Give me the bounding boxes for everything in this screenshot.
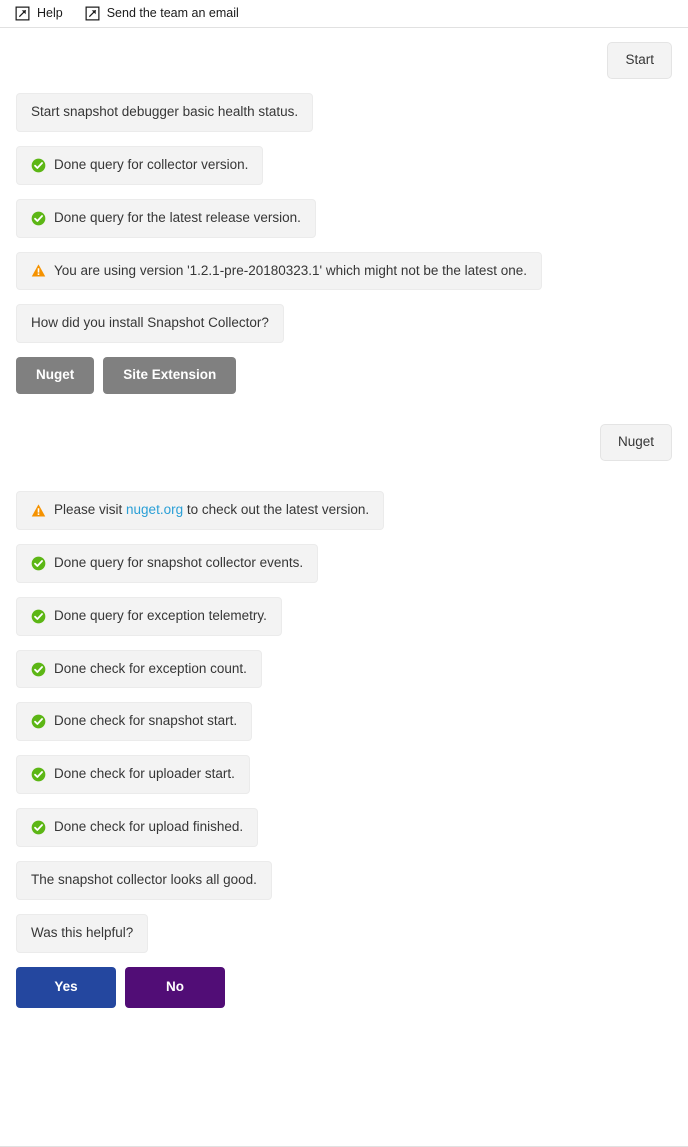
message-row: Done check for exception count. <box>16 649 672 689</box>
message-text: Done query for collector version. <box>54 156 249 172</box>
success-check-icon <box>31 714 46 729</box>
message-text: Nuget <box>617 434 654 450</box>
warning-triangle-icon <box>31 503 46 518</box>
message-row: Done query for the latest release versio… <box>16 198 672 238</box>
bot-message-nuget-org: Please visit nuget.org to check out the … <box>16 490 385 530</box>
message-text: Start <box>625 52 654 67</box>
warning-triangle-icon <box>31 263 46 278</box>
success-check-icon <box>31 211 46 226</box>
success-check-icon <box>31 609 46 624</box>
message-text: Was this helpful? <box>31 924 134 940</box>
chat-conversation: Start Start snapshot debugger basic heal… <box>0 28 688 1022</box>
bot-message-was-this-helpful: Was this helpful? <box>16 913 149 953</box>
nuget-org-link[interactable]: nuget.org <box>126 502 183 517</box>
message-row: Start snapshot debugger basic health sta… <box>16 92 672 132</box>
message-text: How did you install Snapshot Collector? <box>31 315 269 331</box>
bot-message-collector-events: Done query for snapshot collector events… <box>16 543 319 583</box>
success-check-icon <box>31 662 46 677</box>
nuget-choice-button[interactable]: Nuget <box>16 357 95 395</box>
message-text: The snapshot collector looks all good. <box>31 872 257 888</box>
bot-message-snapshot-start: Done check for snapshot start. <box>16 702 253 742</box>
message-row: Done query for exception telemetry. <box>16 596 672 636</box>
feedback-yes-button[interactable]: Yes <box>16 966 116 1008</box>
user-message-start: Start <box>607 42 672 79</box>
help-link[interactable]: Help <box>15 6 63 21</box>
success-check-icon <box>31 820 46 835</box>
message-text: Done query for exception telemetry. <box>54 607 267 623</box>
message-text-suffix: to check out the latest version. <box>183 501 370 517</box>
bot-message-install-question: How did you install Snapshot Collector? <box>16 304 284 344</box>
feedback-no-button[interactable]: No <box>125 966 225 1008</box>
message-row: Done query for collector version. <box>16 145 672 185</box>
top-toolbar: Help Send the team an email <box>0 0 688 28</box>
message-text: Done check for snapshot start. <box>54 713 238 729</box>
message-text: Done check for uploader start. <box>54 766 235 782</box>
message-row: The snapshot collector looks all good. <box>16 861 672 900</box>
message-row: Done check for uploader start. <box>16 755 672 795</box>
message-row: Done query for snapshot collector events… <box>16 543 672 583</box>
bot-message-exception-telemetry: Done query for exception telemetry. <box>16 596 282 636</box>
external-link-icon <box>15 6 30 21</box>
message-text: Done check for exception count. <box>54 660 247 676</box>
feedback-choice-group: Yes No <box>16 966 225 1008</box>
bot-message-all-good: The snapshot collector looks all good. <box>16 861 272 900</box>
success-check-icon <box>31 767 46 782</box>
success-check-icon <box>31 158 46 173</box>
message-text-composite: Please visit nuget.org to check out the … <box>54 502 369 519</box>
install-choice-group: Nuget Site Extension <box>16 357 237 395</box>
message-row: Done check for upload finished. <box>16 808 672 848</box>
message-text: You are using version '1.2.1-pre-2018032… <box>54 262 527 278</box>
site-extension-choice-button[interactable]: Site Extension <box>103 357 237 395</box>
message-row: Start <box>16 42 672 79</box>
send-email-link-label: Send the team an email <box>106 6 239 21</box>
message-text-prefix: Please visit <box>54 501 127 517</box>
message-row: Done check for snapshot start. <box>16 702 672 742</box>
bot-message-version-warning: You are using version '1.2.1-pre-2018032… <box>16 251 542 291</box>
message-row: Was this helpful? <box>16 913 672 953</box>
bot-message-uploader-start: Done check for uploader start. <box>16 755 250 795</box>
bot-message-upload-finished: Done check for upload finished. <box>16 808 259 848</box>
message-text: Start snapshot debugger basic health sta… <box>31 103 299 119</box>
bot-message-health-status: Start snapshot debugger basic health sta… <box>16 92 314 132</box>
bot-message-latest-release: Done query for the latest release versio… <box>16 198 316 238</box>
bot-message-exception-count: Done check for exception count. <box>16 649 262 689</box>
user-message-nuget: Nuget <box>599 424 672 461</box>
message-row: Please visit nuget.org to check out the … <box>16 490 672 530</box>
message-text: Done check for upload finished. <box>54 819 244 835</box>
external-link-icon <box>85 6 100 21</box>
message-row: You are using version '1.2.1-pre-2018032… <box>16 251 672 291</box>
bot-message-collector-version: Done query for collector version. <box>16 145 264 185</box>
message-row: Nuget <box>16 424 672 461</box>
send-email-link[interactable]: Send the team an email <box>85 6 239 21</box>
help-link-label: Help <box>37 6 63 21</box>
success-check-icon <box>31 556 46 571</box>
message-text: Done query for the latest release versio… <box>54 209 301 225</box>
message-text: Done query for snapshot collector events… <box>54 554 304 570</box>
message-row: How did you install Snapshot Collector? <box>16 304 672 344</box>
